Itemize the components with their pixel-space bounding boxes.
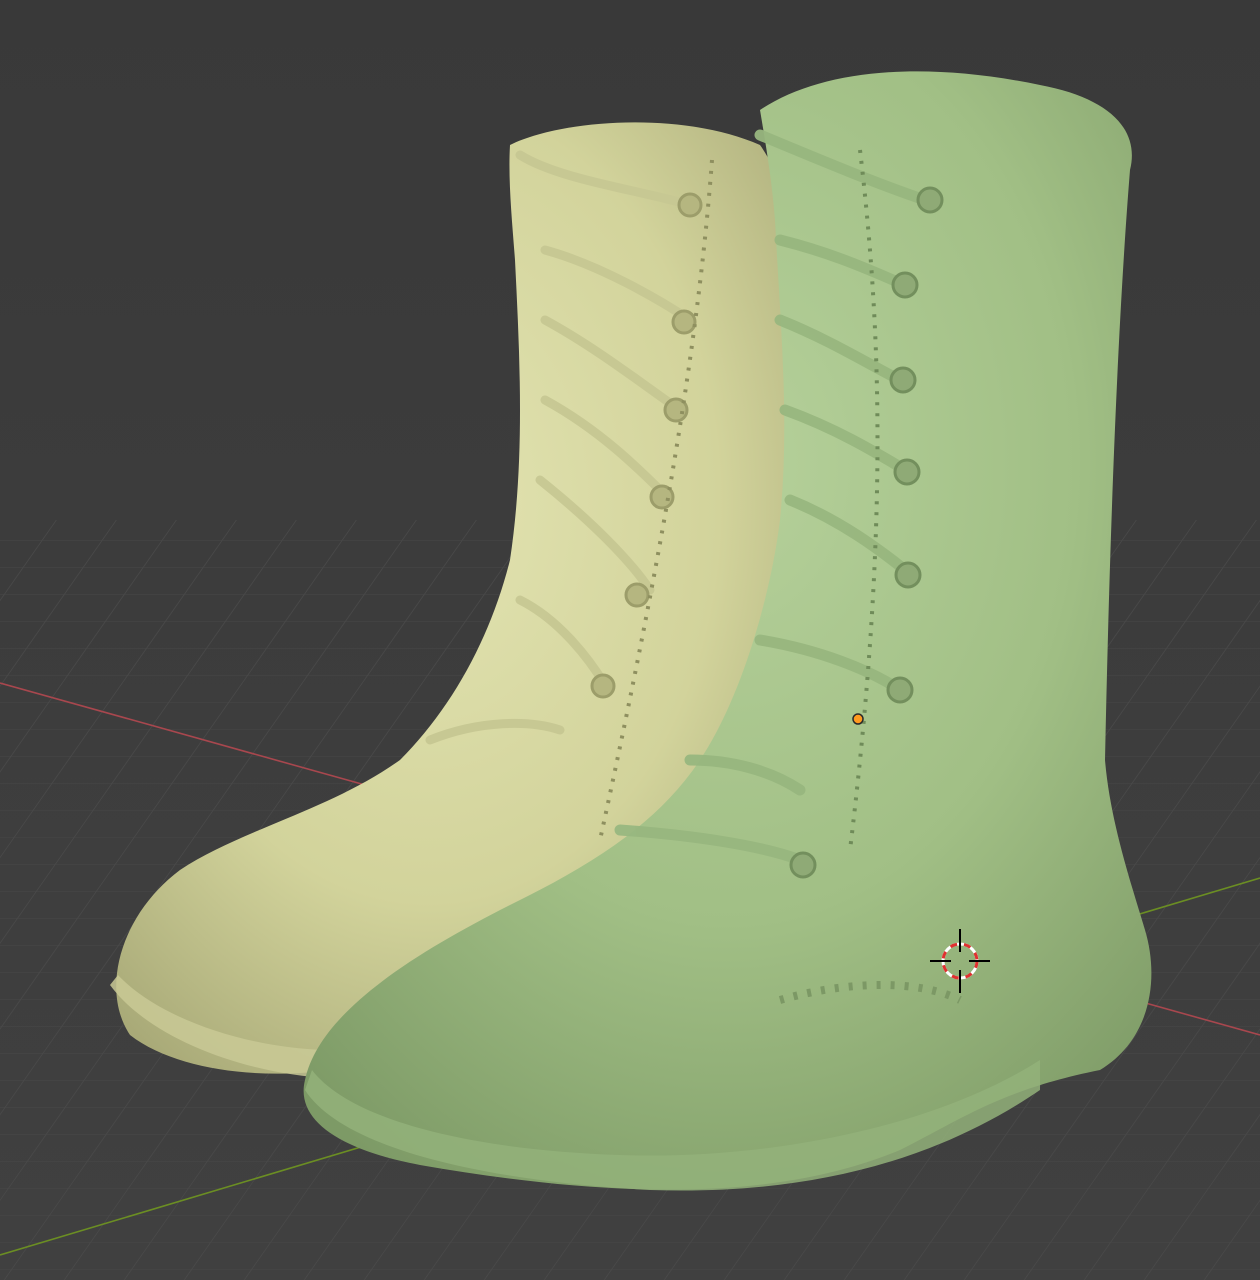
viewport-canvas[interactable] bbox=[0, 0, 1260, 1280]
object-origin-icon[interactable] bbox=[852, 713, 864, 725]
3d-viewport[interactable] bbox=[0, 0, 1260, 1280]
